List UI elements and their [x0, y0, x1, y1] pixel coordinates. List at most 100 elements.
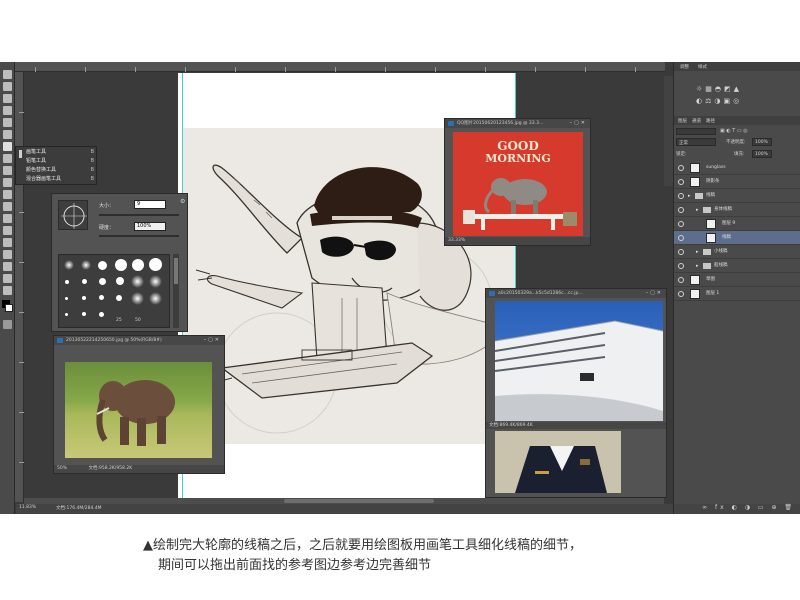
- window-zoom[interactable]: 33.33%: [448, 238, 465, 243]
- expand-arrow-icon[interactable]: ▸: [696, 245, 699, 259]
- history-brush-tool-icon[interactable]: [3, 166, 12, 175]
- layer-thumbnail[interactable]: [690, 275, 700, 285]
- layer-thumbnail[interactable]: [706, 219, 716, 229]
- blur-tool-icon[interactable]: [3, 202, 12, 211]
- layer-row[interactable]: sunglass: [674, 161, 800, 175]
- background-color-swatch[interactable]: [5, 304, 13, 312]
- zoom-tool-icon[interactable]: [3, 286, 12, 295]
- hardness-slider[interactable]: [99, 235, 179, 237]
- quick-select-tool-icon[interactable]: [3, 106, 12, 115]
- visibility-eye-icon[interactable]: [678, 221, 684, 227]
- opacity-input[interactable]: 100%: [752, 138, 772, 146]
- gradient-tool-icon[interactable]: [3, 190, 12, 199]
- layer-group-row[interactable]: ▸ 船线稿: [674, 259, 800, 273]
- visibility-eye-icon[interactable]: [678, 249, 684, 255]
- window-doc-info[interactable]: 文档:869.4K/869.4K: [486, 422, 666, 429]
- window-title[interactable]: a0c20150329a...k5c5d1286c...cc.jp...: [486, 289, 666, 298]
- hand-tool-icon[interactable]: [3, 274, 12, 283]
- hard-brush-preset[interactable]: [65, 297, 68, 300]
- path-select-tool-icon[interactable]: [3, 250, 12, 259]
- dodge-tool-icon[interactable]: [3, 214, 12, 223]
- visibility-eye-icon[interactable]: [678, 207, 684, 213]
- layer-group-row[interactable]: ▸ 线稿: [674, 189, 800, 203]
- menu-item-color-replace-tool[interactable]: 颜色替换工具 B: [26, 166, 98, 174]
- adjustment-icons[interactable]: ☼▦◓◩▲: [696, 85, 742, 93]
- reference-window-elephant[interactable]: 20130522214250650.jpg @ 50%(RGB/8#) –▢✕ …: [53, 335, 225, 474]
- soft-brush-preset[interactable]: [131, 275, 144, 288]
- clone-stamp-tool-icon[interactable]: [3, 154, 12, 163]
- document-info[interactable]: 文档:176.4M/284.4M: [56, 505, 102, 511]
- soft-brush-preset[interactable]: [149, 275, 162, 288]
- quick-mask-icon[interactable]: [3, 320, 12, 329]
- soft-brush-preset[interactable]: [81, 260, 91, 270]
- layer-filter-icons[interactable]: ▣ ◐ T ▭ ◎: [720, 128, 748, 134]
- tab-channels[interactable]: 通道: [692, 118, 701, 124]
- window-doc-info[interactable]: 文档:958.2K/958.2K: [88, 466, 132, 471]
- type-tool-icon[interactable]: [3, 238, 12, 247]
- visibility-eye-icon[interactable]: [678, 263, 684, 269]
- marquee-tool-icon[interactable]: [3, 82, 12, 91]
- layer-row[interactable]: 图层 1: [674, 287, 800, 301]
- layer-row[interactable]: 阴影条: [674, 175, 800, 189]
- hard-brush-preset[interactable]: [98, 261, 107, 270]
- soft-brush-preset[interactable]: [64, 260, 74, 270]
- fill-input[interactable]: 100%: [752, 150, 772, 158]
- window-controls[interactable]: –▢✕: [570, 121, 587, 126]
- visibility-eye-icon[interactable]: [678, 277, 684, 283]
- visibility-eye-icon[interactable]: [678, 235, 684, 241]
- hard-brush-preset[interactable]: [65, 280, 69, 284]
- blend-mode-select[interactable]: 正常: [676, 138, 716, 146]
- visibility-eye-icon[interactable]: [678, 193, 684, 199]
- soft-brush-preset[interactable]: [131, 292, 144, 305]
- tab-styles[interactable]: 样式: [698, 64, 707, 70]
- move-tool-icon[interactable]: [3, 70, 12, 79]
- brush-tool-icon[interactable]: [3, 142, 12, 151]
- presets-scrollbar[interactable]: [173, 254, 179, 328]
- layer-thumbnail[interactable]: [706, 233, 716, 243]
- hard-brush-preset[interactable]: [132, 259, 144, 271]
- expand-arrow-icon[interactable]: ▸: [688, 189, 691, 203]
- window-title[interactable]: 20130522214250650.jpg @ 50%(RGB/8#): [54, 336, 224, 345]
- zoom-level[interactable]: 11.83%: [19, 505, 36, 510]
- hard-brush-preset[interactable]: [115, 259, 127, 271]
- tab-adjustments[interactable]: 调整: [680, 64, 689, 70]
- gear-icon[interactable]: ⚙: [180, 198, 185, 205]
- shape-tool-icon[interactable]: [3, 262, 12, 271]
- window-controls[interactable]: –▢✕: [646, 291, 663, 296]
- visibility-eye-icon[interactable]: [678, 179, 684, 185]
- window-zoom[interactable]: 50%: [57, 466, 67, 471]
- tab-layers[interactable]: 图层: [678, 118, 687, 124]
- menu-item-pencil-tool[interactable]: 铅笔工具 B: [26, 157, 98, 165]
- window-controls[interactable]: –▢✕: [204, 338, 221, 343]
- crop-tool-icon[interactable]: [3, 118, 12, 127]
- hard-brush-preset[interactable]: [65, 313, 68, 316]
- adjustment-icons-row2[interactable]: ◐⚖◑▣◎: [696, 97, 742, 105]
- reference-window-ship[interactable]: a0c20150329a...k5c5d1286c...cc.jp... –▢✕…: [485, 288, 667, 498]
- lasso-tool-icon[interactable]: [3, 94, 12, 103]
- hard-brush-preset[interactable]: [82, 279, 87, 284]
- layer-row[interactable]: 线稿: [674, 231, 800, 245]
- layers-footer-icons[interactable]: ∞ fx ◐ ◑ ▭ ⊕ 🗑: [674, 504, 800, 514]
- layer-thumbnail[interactable]: [690, 163, 700, 173]
- expand-arrow-icon[interactable]: ▸: [696, 203, 699, 217]
- hard-brush-preset[interactable]: [99, 295, 104, 300]
- brush-angle-preview[interactable]: [58, 200, 88, 230]
- hard-brush-preset[interactable]: [82, 296, 86, 300]
- eyedropper-tool-icon[interactable]: [3, 130, 12, 139]
- hard-brush-preset[interactable]: [116, 277, 124, 285]
- hard-brush-preset[interactable]: [99, 312, 104, 317]
- hard-brush-preset[interactable]: [82, 312, 86, 316]
- hardness-input[interactable]: 100%: [134, 222, 166, 231]
- menu-item-mixer-brush-tool[interactable]: 混合器画笔工具 B: [26, 175, 98, 183]
- soft-brush-preset[interactable]: [149, 292, 162, 305]
- expand-arrow-icon[interactable]: ▸: [696, 259, 699, 273]
- visibility-eye-icon[interactable]: [678, 165, 684, 171]
- hard-brush-preset[interactable]: [99, 278, 106, 285]
- tab-paths[interactable]: 路径: [706, 118, 715, 124]
- size-slider[interactable]: [99, 214, 179, 216]
- hard-brush-preset[interactable]: [149, 258, 162, 271]
- layer-kind-filter[interactable]: [676, 128, 716, 135]
- layer-row[interactable]: 图层 9: [674, 217, 800, 231]
- layer-group-row[interactable]: ▸ 身体线稿: [674, 203, 800, 217]
- layer-thumbnail[interactable]: [690, 289, 700, 299]
